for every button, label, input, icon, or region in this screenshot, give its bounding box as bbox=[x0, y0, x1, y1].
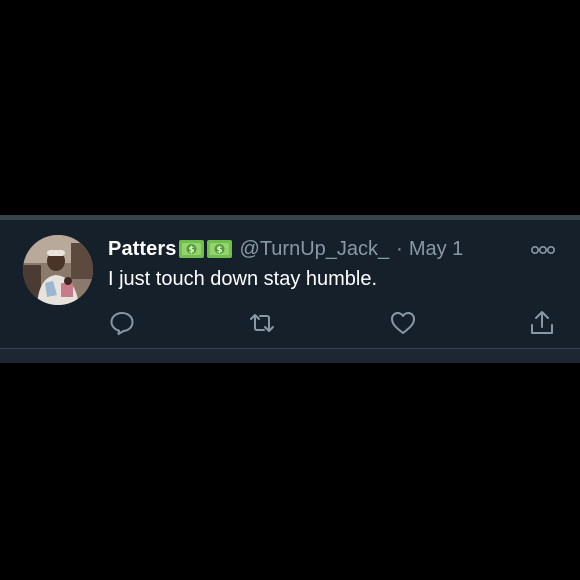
money-with-dollar-sign-emoji-icon: $ bbox=[178, 240, 204, 258]
heart-icon bbox=[391, 312, 415, 334]
display-name[interactable]: Patters bbox=[108, 238, 177, 261]
more-options-icon bbox=[530, 245, 555, 255]
screenshot-page: Patters $ $ @TurnUp_Jack_ · May 1 I just… bbox=[0, 0, 580, 580]
tweet-bottom-divider bbox=[0, 348, 580, 363]
share-button[interactable] bbox=[528, 309, 556, 337]
more-options-button[interactable] bbox=[530, 243, 556, 257]
svg-text:$: $ bbox=[188, 246, 194, 256]
reply-icon bbox=[110, 312, 134, 335]
reply-button[interactable] bbox=[108, 309, 136, 337]
svg-text:$: $ bbox=[216, 246, 222, 256]
tweet-card[interactable]: Patters $ $ @TurnUp_Jack_ · May 1 I just… bbox=[0, 215, 580, 363]
avatar[interactable] bbox=[23, 235, 93, 305]
like-button[interactable] bbox=[389, 309, 417, 337]
separator-dot: · bbox=[396, 237, 403, 260]
tweet-header: Patters $ $ @TurnUp_Jack_ · May 1 bbox=[108, 236, 463, 262]
money-with-dollar-sign-emoji-icon: $ bbox=[206, 240, 232, 258]
tweet-top-divider bbox=[0, 215, 580, 220]
retweet-icon bbox=[250, 314, 274, 332]
tweet-text: I just touch down stay humble. bbox=[108, 268, 378, 290]
retweet-button[interactable] bbox=[248, 309, 276, 337]
tweet-date[interactable]: May 1 bbox=[409, 238, 463, 261]
user-handle[interactable]: @TurnUp_Jack_ bbox=[240, 238, 390, 261]
share-icon bbox=[531, 311, 553, 334]
avatar-photo bbox=[23, 235, 93, 305]
